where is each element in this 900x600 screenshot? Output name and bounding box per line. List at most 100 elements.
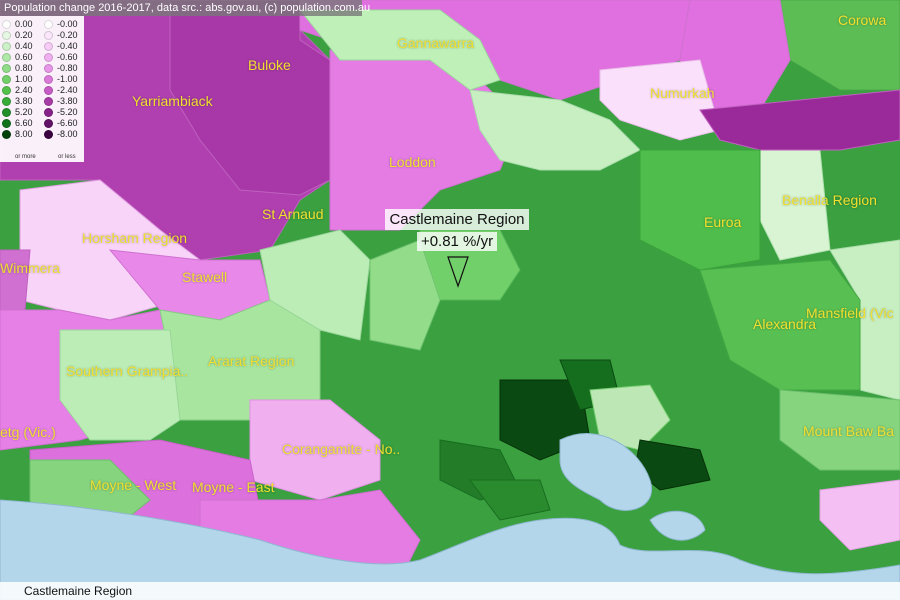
legend-label: 6.60 — [15, 118, 33, 128]
legend-label: -0.60 — [57, 52, 78, 62]
legend-label: -0.20 — [57, 30, 78, 40]
legend-row: -3.80 — [44, 96, 78, 107]
legend-label: 0.40 — [15, 41, 33, 51]
legend-label: -2.40 — [57, 85, 78, 95]
callout-region-value: +0.81 %/yr — [416, 232, 498, 251]
legend-growth-note: or more — [15, 154, 36, 160]
place-label: etg (Vic.) — [0, 424, 56, 440]
place-label: Stawell — [182, 269, 228, 285]
legend-label: -0.00 — [57, 19, 78, 29]
legend-swatch — [44, 108, 53, 117]
legend-label: 0.60 — [15, 52, 33, 62]
place-label: Yarriambiack — [132, 93, 213, 109]
callout-region-name: Castlemaine Region — [385, 209, 529, 230]
legend-swatch — [2, 97, 11, 106]
legend-swatch — [44, 75, 53, 84]
legend-swatch — [2, 86, 11, 95]
place-label: Corowa — [838, 12, 887, 28]
legend-row: 1.00 — [2, 74, 33, 85]
region-wimmera[interactable] — [0, 249, 31, 311]
legend-swatch — [44, 130, 53, 139]
place-label: Moyne - East — [192, 479, 275, 495]
legend-swatch — [44, 53, 53, 62]
legend-swatch — [2, 20, 11, 29]
legend-label: 8.00 — [15, 129, 33, 139]
legend-growth-column: 0.00 0.20 0.40 0.60 0.80 1.00 2.40 3.80 5.20 6.60… — [2, 19, 33, 140]
legend-row: 6.60 — [2, 118, 33, 129]
place-label: Southern Grampia.. — [66, 363, 189, 379]
legend-label: -1.00 — [57, 74, 78, 84]
legend-label: 0.80 — [15, 63, 33, 73]
legend-row: -8.00 — [44, 129, 78, 140]
legend-swatch — [2, 31, 11, 40]
place-label: Ararat Region — [208, 353, 295, 369]
legend-swatch — [44, 86, 53, 95]
place-label: Moyne - West — [90, 477, 177, 493]
legend-decline-note: or less — [58, 154, 76, 160]
legend-swatch — [2, 53, 11, 62]
legend-swatch — [2, 130, 11, 139]
legend-row: 0.80 — [2, 63, 33, 74]
legend-swatch — [2, 75, 11, 84]
legend-row: -0.80 — [44, 63, 78, 74]
legend-label: -0.80 — [57, 63, 78, 73]
legend-swatch — [2, 42, 11, 51]
legend-swatch — [44, 42, 53, 51]
legend-row: -6.60 — [44, 118, 78, 129]
legend-label: 0.00 — [15, 19, 33, 29]
legend-label: 1.00 — [15, 74, 33, 84]
choropleth-map[interactable] — [0, 0, 900, 600]
place-label: Euroa — [704, 214, 742, 230]
legend-row: -0.40 — [44, 41, 78, 52]
region-southern-grampians[interactable] — [59, 329, 181, 441]
legend-label: 5.20 — [15, 107, 33, 117]
legend-row: 2.40 — [2, 85, 33, 96]
legend-row: -5.20 — [44, 107, 78, 118]
legend-row: -1.00 — [44, 74, 78, 85]
place-label: Gannawarra — [397, 35, 475, 51]
legend-label: -8.00 — [57, 129, 78, 139]
legend-row: 8.00 — [2, 129, 33, 140]
legend-swatch — [2, 108, 11, 117]
legend-decline-column: -0.00 -0.20 -0.40 -0.60 -0.80 -1.00 -2.40 -3.80… — [44, 19, 78, 140]
place-label: Wimmera — [0, 260, 60, 276]
legend-row: -0.00 — [44, 19, 78, 30]
legend: 0.00 0.20 0.40 0.60 0.80 1.00 2.40 3.80 5.20 6.60… — [0, 16, 84, 162]
legend-swatch — [44, 119, 53, 128]
legend-label: -5.20 — [57, 107, 78, 117]
legend-row: 0.00 — [2, 19, 33, 30]
place-label: Numurkah — [650, 85, 715, 101]
legend-label: -6.60 — [57, 118, 78, 128]
legend-swatch — [44, 20, 53, 29]
legend-label: -3.80 — [57, 96, 78, 106]
region-callout: Castlemaine Region +0.81 %/yr — [383, 209, 531, 251]
place-label: Mansfield (Vic — [806, 305, 894, 321]
legend-swatch — [2, 64, 11, 73]
legend-row: -0.20 — [44, 30, 78, 41]
place-label: Buloke — [248, 57, 291, 73]
legend-label: 3.80 — [15, 96, 33, 106]
place-label: Loddon — [389, 154, 436, 170]
legend-row: -2.40 — [44, 85, 78, 96]
legend-row: 0.20 — [2, 30, 33, 41]
place-label: Benalla Region — [782, 192, 877, 208]
callout-pointer-icon — [447, 256, 469, 288]
place-label: Mount Baw Ba — [803, 423, 895, 439]
legend-row: 5.20 — [2, 107, 33, 118]
status-bar: Castlemaine Region — [0, 582, 900, 600]
legend-row: 0.60 — [2, 52, 33, 63]
legend-row: -0.60 — [44, 52, 78, 63]
place-label: Horsham Region — [82, 230, 188, 246]
legend-row: 0.40 — [2, 41, 33, 52]
legend-swatch — [44, 64, 53, 73]
legend-swatch — [2, 119, 11, 128]
map-title: Population change 2016-2017, data src.: … — [0, 0, 370, 16]
place-label: Corangamite - No.. — [282, 441, 401, 457]
legend-label: 0.20 — [15, 30, 33, 40]
legend-swatch — [44, 31, 53, 40]
legend-swatch — [44, 97, 53, 106]
place-label: St Arnaud — [262, 206, 324, 222]
legend-label: 2.40 — [15, 85, 33, 95]
legend-row: 3.80 — [2, 96, 33, 107]
legend-label: -0.40 — [57, 41, 78, 51]
